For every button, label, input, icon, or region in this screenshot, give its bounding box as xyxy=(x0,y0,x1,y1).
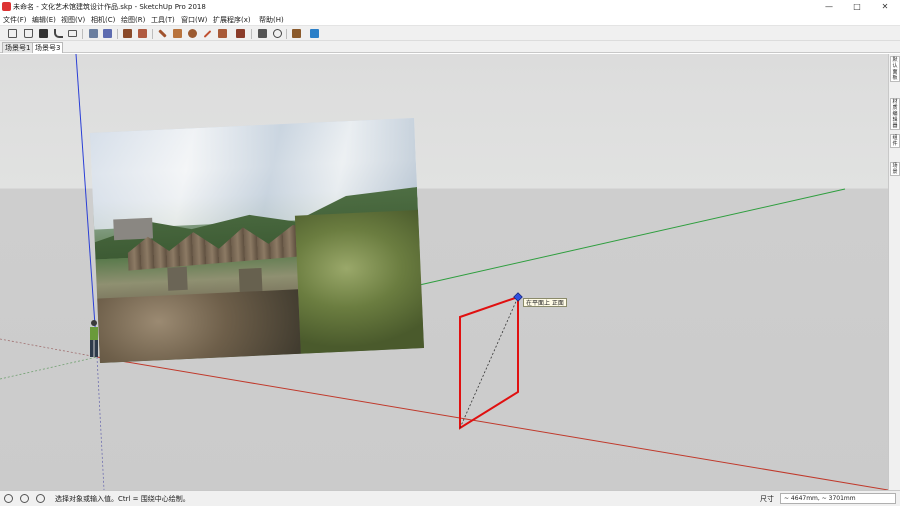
status-message: 选择对象或输入值。Ctrl = 围绕中心绘制。 xyxy=(55,495,190,503)
close-button[interactable]: ✕ xyxy=(878,1,892,12)
rectangle-icon[interactable] xyxy=(173,29,182,38)
user-icon[interactable] xyxy=(36,494,45,503)
inference-tooltip: 在平面上 正面 xyxy=(523,298,567,307)
scene-tab-1[interactable]: 场景号1 xyxy=(2,42,34,53)
extension-icon[interactable] xyxy=(310,29,319,38)
status-bar: 选择对象或输入值。Ctrl = 围绕中心绘制。 尺寸 ~ 4647mm, ~ 3… xyxy=(0,490,900,506)
photo-riverbed xyxy=(97,289,301,363)
toolbar-separator xyxy=(152,29,153,39)
move-icon[interactable] xyxy=(236,29,245,38)
line-icon[interactable] xyxy=(203,30,212,38)
menu-extensions[interactable]: 扩展程序(x) xyxy=(213,15,251,25)
minimize-button[interactable]: — xyxy=(822,1,836,12)
photo-trees xyxy=(294,210,424,354)
rectangle-diagonal xyxy=(459,296,519,429)
toolbar-separator xyxy=(286,29,287,39)
model-info-icon[interactable] xyxy=(89,29,98,38)
toolbar-separator xyxy=(117,29,118,39)
scene-tabs-bar: 场景号1 场景号3 xyxy=(0,41,900,53)
tray-tab-scenes[interactable]: 场景 xyxy=(890,162,900,176)
blue-axis-negative xyxy=(96,356,105,490)
save-icon[interactable] xyxy=(39,29,48,38)
default-tray: 默认面板 材质编辑器 组件 场景 xyxy=(888,54,900,490)
green-axis-negative xyxy=(0,356,98,380)
tray-tab-materials[interactable]: 材质编辑器 xyxy=(890,98,900,130)
photo-building xyxy=(113,217,154,241)
toolbar xyxy=(0,25,900,41)
undo-icon[interactable] xyxy=(54,29,63,38)
menu-help[interactable]: 帮助(H) xyxy=(259,15,284,25)
menu-draw[interactable]: 绘图(R) xyxy=(121,15,145,25)
circle-icon[interactable] xyxy=(188,29,197,38)
sketchup-app-icon xyxy=(2,2,11,11)
eraser-icon[interactable] xyxy=(138,29,147,38)
pencil-icon[interactable] xyxy=(158,29,167,38)
scale-figure[interactable] xyxy=(87,319,101,359)
geolocation-icon[interactable] xyxy=(4,494,13,503)
new-file-icon[interactable] xyxy=(8,29,17,38)
model-viewport[interactable]: 在平面上 正面 xyxy=(0,54,888,490)
tape-measure-icon[interactable] xyxy=(258,29,267,38)
print-icon[interactable] xyxy=(68,30,77,37)
paint-bucket-icon[interactable] xyxy=(123,29,132,38)
measurements-label: 尺寸 xyxy=(760,495,774,503)
menu-bar: 文件(F) 编辑(E) 视图(V) 相机(C) 绘图(R) 工具(T) 窗口(W… xyxy=(0,13,900,25)
maximize-button[interactable]: □ xyxy=(850,1,864,12)
menu-camera[interactable]: 相机(C) xyxy=(91,15,115,25)
title-bar: 未命名 - 文化艺术馆建筑设计作品.skp - SketchUp Pro 201… xyxy=(0,0,900,13)
inference-point xyxy=(513,292,523,302)
window-title: 未命名 - 文化艺术馆建筑设计作品.skp - SketchUp Pro 201… xyxy=(13,3,206,11)
credits-icon[interactable] xyxy=(20,494,29,503)
component-icon[interactable] xyxy=(103,29,112,38)
menu-tools[interactable]: 工具(T) xyxy=(151,15,175,25)
tray-tab-default[interactable]: 默认面板 xyxy=(890,56,900,82)
measurements-input[interactable]: ~ 4647mm, ~ 3701mm xyxy=(780,493,896,504)
toolbar-separator xyxy=(82,29,83,39)
scene-tab-3[interactable]: 场景号3 xyxy=(32,42,64,53)
open-file-icon[interactable] xyxy=(24,29,33,38)
red-axis xyxy=(96,356,888,490)
push-pull-icon[interactable] xyxy=(218,29,227,38)
photo-bridge-pier xyxy=(167,266,188,291)
warehouse-icon[interactable] xyxy=(292,29,301,38)
red-axis-negative xyxy=(0,338,98,358)
menu-view[interactable]: 视图(V) xyxy=(61,15,85,25)
menu-edit[interactable]: 编辑(E) xyxy=(32,15,56,25)
imported-photo-plane[interactable] xyxy=(90,118,424,363)
toolbar-separator xyxy=(251,29,252,39)
green-axis xyxy=(414,188,846,287)
menu-file[interactable]: 文件(F) xyxy=(3,15,27,25)
tray-tab-components[interactable]: 组件 xyxy=(890,134,900,148)
orbit-icon[interactable] xyxy=(273,29,282,38)
menu-window[interactable]: 窗口(W) xyxy=(181,15,207,25)
